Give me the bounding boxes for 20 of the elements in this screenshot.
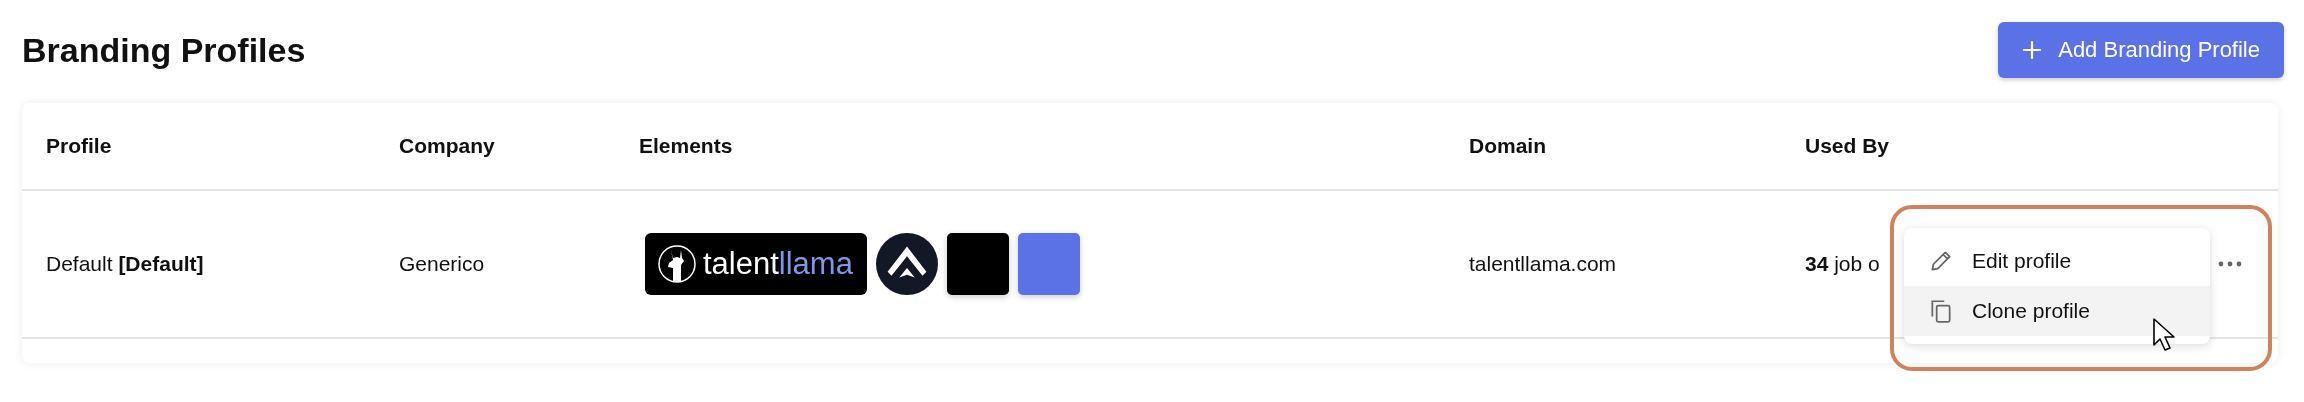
column-header: Elements [639,134,734,158]
add-branding-profile-button[interactable]: Add Branding Profile [1998,22,2284,78]
copy-icon [1928,298,1954,324]
menu-item[interactable]: Edit profile [1904,236,2210,286]
column-header: Used By [1805,134,1891,158]
logo-image: talentllama [645,233,867,295]
menu-item[interactable]: Clone profile [1904,286,2210,336]
page-title: Branding Profiles [22,30,306,70]
pencil-icon [1928,248,1954,274]
column-header: Profile [46,134,113,158]
chevron-logo-icon [875,233,938,295]
llama-icon [657,244,697,284]
plus-icon [2022,40,2043,60]
table-cell: 34 job o [1805,252,1880,276]
column-header: Domain [1469,134,1547,158]
table-cell: talentllama.com [1469,252,1617,276]
column-header: Company [399,134,496,158]
table-cell: Default [Default] [46,252,204,276]
more-options-icon[interactable] [2218,261,2242,267]
table-cell: Generico [399,252,485,276]
